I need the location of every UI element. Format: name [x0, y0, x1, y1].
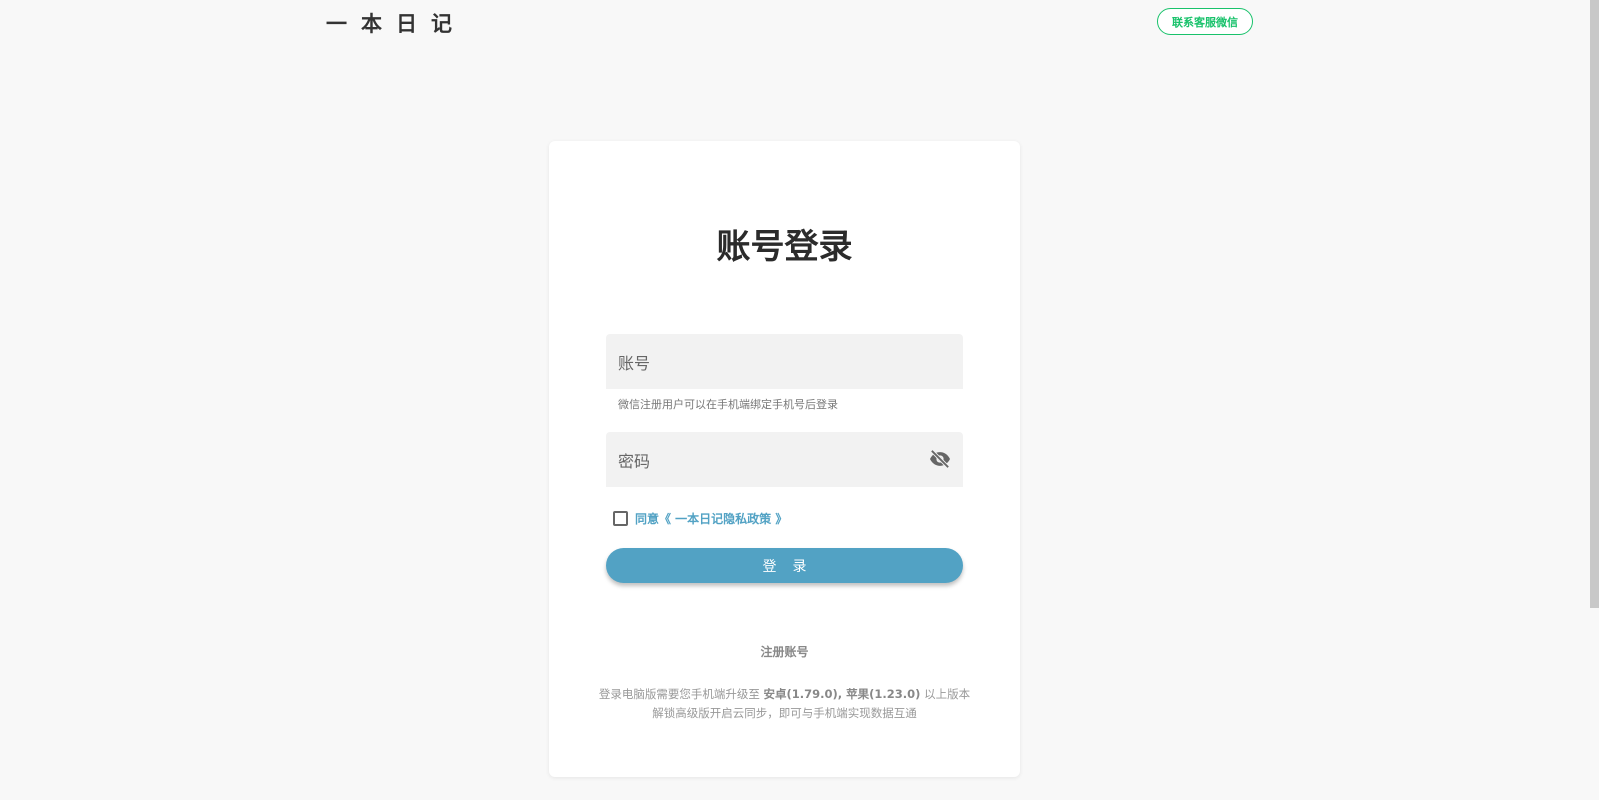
password-placeholder: 密码: [618, 451, 651, 471]
account-input[interactable]: 账号: [606, 334, 963, 389]
note-text: 解锁高级版开启云同步，即可与手机端实现数据互通: [652, 706, 917, 720]
privacy-link[interactable]: 同意《 一本日记隐私政策 》: [635, 510, 787, 527]
password-input[interactable]: 密码: [606, 432, 963, 487]
contact-support-button[interactable]: 联系客服微信: [1157, 8, 1253, 35]
agree-checkbox[interactable]: [613, 511, 628, 526]
login-button[interactable]: 登录: [606, 548, 963, 583]
version-note: 登录电脑版需要您手机端升级至 安卓(1.79.0), 苹果(1.23.0) 以上…: [549, 685, 1020, 723]
account-hint: 微信注册用户可以在手机端绑定手机号后登录: [618, 398, 838, 411]
note-text: 登录电脑版需要您手机端升级至: [598, 687, 764, 701]
logo: 一本日记: [326, 12, 466, 36]
page-title: 账号登录: [716, 227, 853, 267]
note-versions: 安卓(1.79.0), 苹果(1.23.0): [763, 687, 921, 701]
register-link[interactable]: 注册账号: [549, 643, 1020, 660]
note-text: 以上版本: [920, 687, 971, 701]
scrollbar[interactable]: [1590, 0, 1599, 608]
eye-off-icon[interactable]: [929, 449, 951, 473]
login-card: 账号登录 账号 微信注册用户可以在手机端绑定手机号后登录 密码 同意《 一本日记…: [549, 141, 1020, 777]
privacy-agree[interactable]: 同意《 一本日记隐私政策 》: [613, 510, 787, 527]
account-placeholder: 账号: [618, 353, 651, 373]
